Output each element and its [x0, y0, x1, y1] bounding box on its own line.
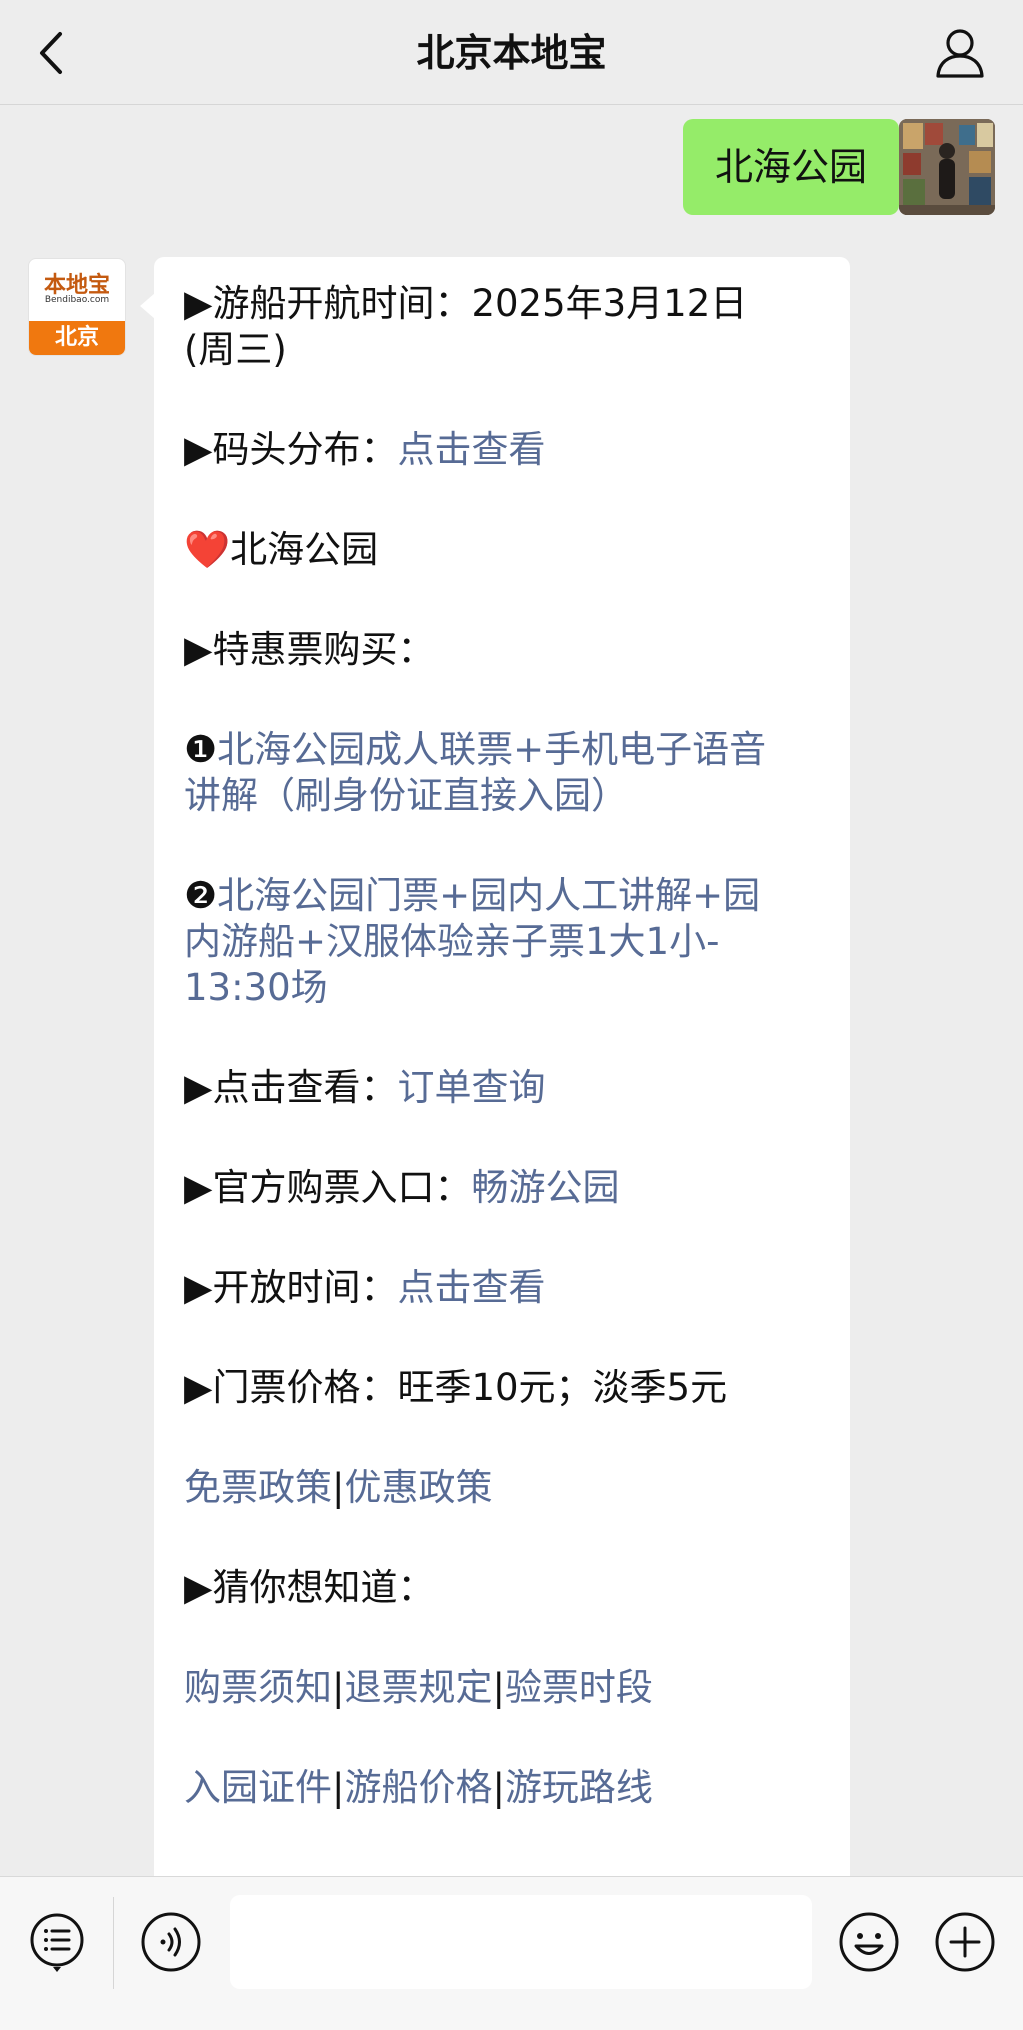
- official-label: ▶官方购票入口：: [184, 1166, 472, 1209]
- park-name-line: ❤️北海公园: [184, 527, 822, 573]
- separator: |: [492, 1766, 505, 1809]
- ticket-link-1-line1[interactable]: 北海公园成人联票+手机电子语音: [217, 728, 766, 771]
- profile-button[interactable]: [933, 26, 987, 80]
- ticket-link-2-line3[interactable]: 13:30场: [184, 966, 328, 1009]
- voice-icon: [141, 1912, 201, 1972]
- park-name: 北海公园: [230, 528, 379, 571]
- top-bar: 北京本地宝: [0, 0, 1023, 105]
- guess-row-1: 购票须知|退票规定|验票时段: [184, 1665, 822, 1711]
- bot-avatar[interactable]: 本地宝 Bendibao.com 北京: [28, 258, 126, 356]
- pier-link[interactable]: 点击查看: [397, 428, 545, 471]
- order-link[interactable]: 订单查询: [397, 1066, 545, 1109]
- sail-time-text: ▶游船开航时间：2025年3月12日: [184, 282, 748, 325]
- boat-price-link[interactable]: 游船价格: [344, 1766, 492, 1809]
- bot-logo-city: 北京: [29, 321, 125, 355]
- refund-rules-link[interactable]: 退票规定: [344, 1666, 492, 1709]
- hours-link[interactable]: 点击查看: [397, 1266, 545, 1309]
- heart-icon: ❤️: [184, 528, 231, 571]
- person-icon: [936, 29, 984, 78]
- guess-title: ▶猜你想知道：: [184, 1566, 435, 1609]
- menu-button[interactable]: [26, 1911, 88, 1973]
- my-avatar[interactable]: [899, 119, 995, 215]
- hours-line: ▶开放时间：点击查看: [184, 1265, 822, 1311]
- entry-id-link[interactable]: 入园证件: [184, 1766, 332, 1809]
- number-2-icon: ❷: [184, 874, 218, 917]
- discount-title: ▶特惠票购买：: [184, 628, 435, 671]
- ticket-item-1: ❶北海公园成人联票+手机电子语音: [184, 727, 822, 773]
- ticket-item-2: ❷北海公园门票+园内人工讲解+园: [184, 873, 822, 919]
- sail-time-weekday: (周三): [184, 328, 287, 371]
- page-title: 北京本地宝: [416, 31, 607, 75]
- purchase-notice-link[interactable]: 购票须知: [184, 1666, 332, 1709]
- policy-line: 免票政策|优惠政策: [184, 1465, 822, 1511]
- price-line: ▶门票价格：旺季10元；淡季5元: [184, 1366, 728, 1409]
- message-input[interactable]: [230, 1895, 812, 1989]
- pier-label: ▶码头分布：: [184, 428, 398, 471]
- ticket-check-time-link[interactable]: 验票时段: [505, 1666, 653, 1709]
- avatar-photo: [899, 119, 995, 215]
- voice-button[interactable]: [140, 1911, 202, 1973]
- more-button[interactable]: [934, 1911, 996, 1973]
- sail-time-line: ▶游船开航时间：2025年3月12日: [184, 281, 822, 327]
- order-line: ▶点击查看：订单查询: [184, 1065, 822, 1111]
- separator: |: [492, 1666, 505, 1709]
- smile-icon: [839, 1912, 899, 1972]
- discount-policy-link[interactable]: 优惠政策: [344, 1466, 492, 1509]
- pier-line: ▶码头分布：点击查看: [184, 427, 822, 473]
- message-list[interactable]: 北海公园 本地宝 Bendibao.com 北京 ▶游船开航时间：2025年3月…: [0, 106, 1023, 1876]
- plus-icon: [935, 1912, 995, 1972]
- list-menu-icon: [30, 1913, 84, 1972]
- separator: |: [332, 1666, 345, 1709]
- ticket-link-1-line2[interactable]: 讲解（刷身份证直接入园）: [184, 774, 628, 817]
- official-link[interactable]: 畅游公园: [471, 1166, 619, 1209]
- bot-logo-domain: Bendibao.com: [44, 295, 110, 305]
- ticket-link-2-line1[interactable]: 北海公园门票+园内人工讲解+园: [217, 874, 760, 917]
- official-line: ▶官方购票入口：畅游公园: [184, 1165, 822, 1211]
- emoji-button[interactable]: [838, 1911, 900, 1973]
- order-label: ▶点击查看：: [184, 1066, 398, 1109]
- sent-message-bubble[interactable]: 北海公园: [682, 119, 914, 215]
- free-ticket-policy-link[interactable]: 免票政策: [184, 1466, 332, 1509]
- divider: [113, 1897, 114, 1989]
- received-message-bubble[interactable]: ▶游船开航时间：2025年3月12日 (周三) ▶码头分布：点击查看 ❤️北海公…: [140, 257, 850, 1876]
- separator: |: [332, 1766, 345, 1809]
- guess-row-2: 入园证件|游船价格|游玩路线: [184, 1765, 822, 1811]
- ticket-link-2-line2[interactable]: 内游船+汉服体验亲子票1大1小-: [184, 920, 719, 963]
- chat-screen: 北京本地宝 北海公园 本地宝 Bendibao.com 北京 ▶游船开航时间：2…: [0, 0, 1023, 2030]
- input-bar: [0, 1876, 1023, 2030]
- separator: |: [332, 1466, 345, 1509]
- hours-label: ▶开放时间：: [184, 1266, 398, 1309]
- tour-route-link[interactable]: 游玩路线: [505, 1766, 653, 1809]
- number-1-icon: ❶: [184, 728, 218, 771]
- sent-message-text: 北海公园: [714, 145, 867, 189]
